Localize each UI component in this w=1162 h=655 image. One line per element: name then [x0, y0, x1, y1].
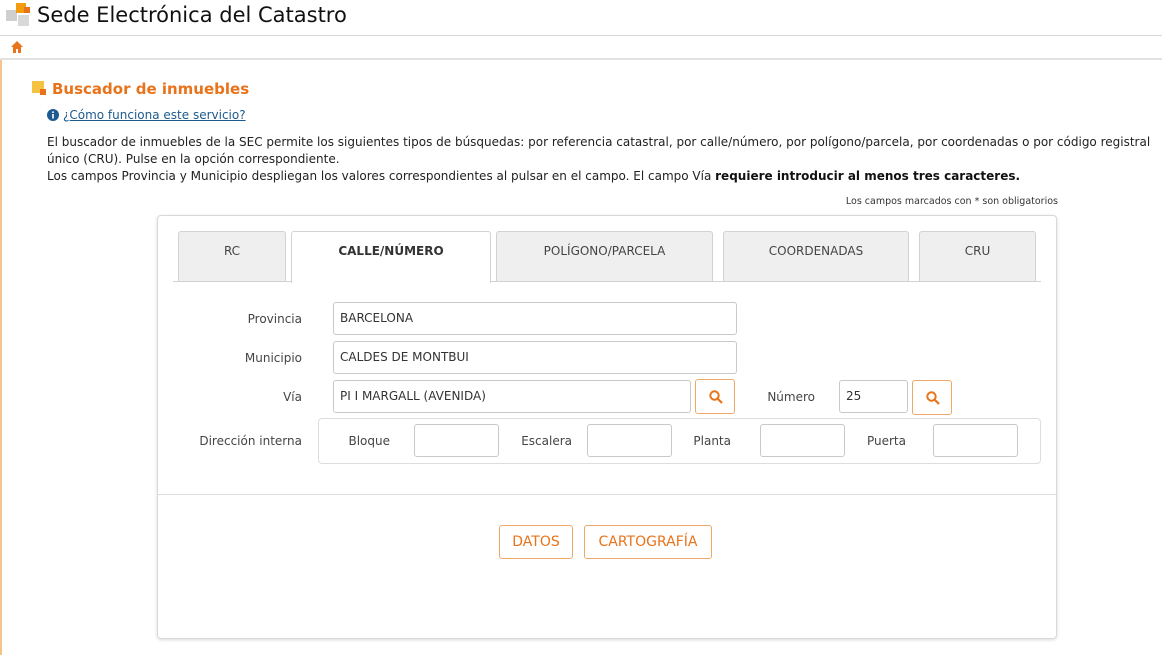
- site-header: Sede Electrónica del Catastro: [0, 0, 1162, 36]
- required-fields-note: Los campos marcados con * son obligatori…: [845, 196, 1058, 207]
- tab-rc[interactable]: RC: [178, 231, 286, 282]
- intro-line-2-bold: requiere introducir al menos tres caract…: [715, 169, 1021, 183]
- intro-line-1: El buscador de inmuebles de la SEC permi…: [47, 135, 1151, 166]
- escalera-field[interactable]: [587, 424, 672, 457]
- via-field[interactable]: PI I MARGALL (AVENIDA): [333, 380, 691, 413]
- catastro-logo: [6, 3, 31, 28]
- intro-line-2-text: Los campos Provincia y Municipio desplie…: [47, 169, 716, 183]
- tab-cru[interactable]: CRU: [919, 231, 1036, 282]
- datos-button[interactable]: DATOS: [499, 525, 573, 559]
- search-icon: [926, 391, 940, 405]
- home-icon[interactable]: [10, 40, 24, 54]
- form-divider: [158, 494, 1056, 495]
- via-search-button[interactable]: [695, 379, 735, 414]
- numero-label: Número: [767, 390, 815, 404]
- tab-calle-numero[interactable]: CALLE/NÚMERO: [291, 231, 491, 283]
- direccion-interna-label: Dirección interna: [199, 434, 302, 448]
- numero-search-button[interactable]: [912, 380, 952, 415]
- intro-line-2: Los campos Provincia y Municipio desplie…: [47, 168, 1162, 185]
- info-icon: [47, 109, 59, 121]
- via-label: Vía: [283, 390, 302, 404]
- bloque-label: Bloque: [348, 434, 390, 448]
- section-square-icon: [32, 81, 46, 95]
- escalera-label: Escalera: [521, 434, 572, 448]
- tab-poligono-parcela[interactable]: POLÍGONO/PARCELA: [496, 231, 713, 282]
- planta-field[interactable]: [760, 424, 845, 457]
- help-link[interactable]: ¿Cómo funciona este servicio?: [63, 108, 246, 122]
- navbar: [0, 36, 1162, 60]
- municipio-label: Municipio: [244, 351, 302, 365]
- bloque-field[interactable]: [414, 424, 499, 457]
- numero-field[interactable]: 25: [839, 380, 908, 413]
- provincia-field[interactable]: BARCELONA: [333, 302, 737, 335]
- municipio-field[interactable]: CALDES DE MONTBUI: [333, 341, 737, 374]
- page-edge: [0, 60, 2, 655]
- puerta-label: Puerta: [866, 434, 906, 448]
- section-title: Buscador de inmuebles: [52, 80, 250, 98]
- intro-text: El buscador de inmuebles de la SEC permi…: [47, 134, 1162, 185]
- provincia-label: Provincia: [247, 312, 302, 326]
- search-icon: [709, 390, 723, 404]
- cartografia-button[interactable]: CARTOGRAFÍA: [584, 525, 712, 559]
- puerta-field[interactable]: [933, 424, 1018, 457]
- planta-label: Planta: [693, 434, 731, 448]
- app-title: Sede Electrónica del Catastro: [37, 3, 347, 27]
- tab-coordenadas[interactable]: COORDENADAS: [723, 231, 909, 282]
